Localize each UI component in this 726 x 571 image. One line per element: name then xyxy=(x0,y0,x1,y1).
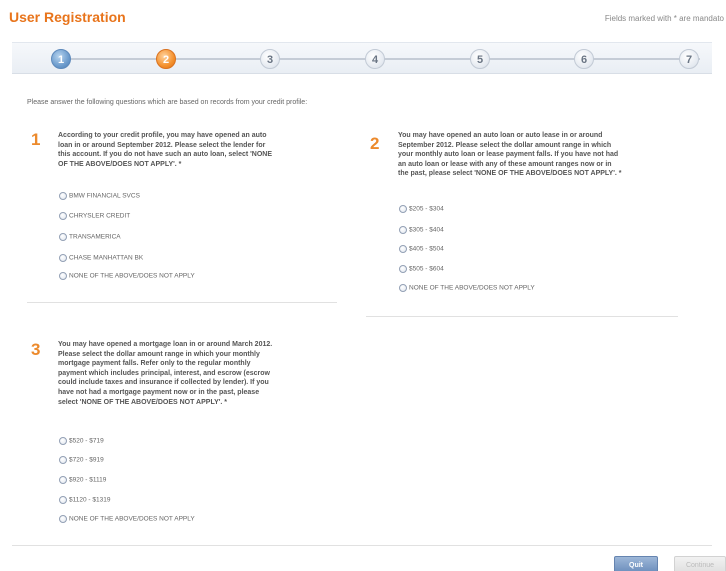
radio-button[interactable] xyxy=(59,211,67,220)
step-5: 5 xyxy=(470,49,490,69)
instructions-text: Please answer the following questions wh… xyxy=(27,99,308,106)
radio-button[interactable] xyxy=(59,271,67,280)
q3-option-5[interactable]: NONE OF THE ABOVE/DOES NOT APPLY xyxy=(59,510,195,523)
page-title: User Registration xyxy=(9,9,126,25)
q3-option-3[interactable]: $920 - $1119 xyxy=(59,471,106,484)
section-divider xyxy=(27,302,337,303)
q3-option-4[interactable]: $1120 - $1319 xyxy=(59,491,110,504)
radio-button[interactable] xyxy=(59,253,67,262)
radio-button[interactable] xyxy=(399,225,407,234)
radio-button[interactable] xyxy=(59,191,67,200)
radio-button[interactable] xyxy=(59,495,67,504)
page-header: User Registration Fields marked with * a… xyxy=(0,0,726,34)
q3-option-2[interactable]: $720 - $919 xyxy=(59,451,104,464)
step-2: 2 xyxy=(156,49,176,69)
question-1-text: According to your credit profile, you ma… xyxy=(58,132,273,168)
mandatory-fields-note: Fields marked with * are mandato xyxy=(604,14,724,23)
q1-option-4[interactable]: CHASE MANHATTAN BK xyxy=(59,249,143,262)
radio-button[interactable] xyxy=(399,283,407,292)
footer-divider xyxy=(12,545,712,546)
question-2-number: 2 xyxy=(370,134,380,153)
radio-button[interactable] xyxy=(399,264,407,273)
radio-button[interactable] xyxy=(399,244,407,253)
q1-option-2[interactable]: CHRYSLER CREDIT xyxy=(59,207,130,220)
question-2-text: You may have opened an auto loan or auto… xyxy=(398,132,622,178)
q2-option-5[interactable]: NONE OF THE ABOVE/DOES NOT APPLY xyxy=(399,279,535,292)
quit-button[interactable]: Quit xyxy=(614,556,658,571)
question-1-number: 1 xyxy=(31,130,41,149)
step-4: 4 xyxy=(365,49,385,69)
step-7: 7 xyxy=(679,49,699,69)
q1-option-3[interactable]: TRANSAMERICA xyxy=(59,228,121,241)
q2-option-1[interactable]: $205 - $304 xyxy=(399,200,444,213)
q2-option-3[interactable]: $405 - $504 xyxy=(399,240,444,253)
q3-option-1[interactable]: $520 - $719 xyxy=(59,432,104,445)
q2-option-4[interactable]: $505 - $604 xyxy=(399,260,444,273)
q1-option-1[interactable]: BMW FINANCIAL SVCS xyxy=(59,187,140,200)
radio-button[interactable] xyxy=(59,475,67,484)
radio-button[interactable] xyxy=(59,514,67,523)
q1-option-5[interactable]: NONE OF THE ABOVE/DOES NOT APPLY xyxy=(59,267,195,280)
continue-button[interactable]: Continue xyxy=(674,556,726,571)
section-divider xyxy=(366,316,678,317)
question-3-text: You may have opened a mortgage loan in o… xyxy=(58,341,273,406)
radio-button[interactable] xyxy=(59,455,67,464)
q2-option-2[interactable]: $305 - $404 xyxy=(399,221,444,234)
radio-button[interactable] xyxy=(399,204,407,213)
step-3: 3 xyxy=(260,49,280,69)
radio-button[interactable] xyxy=(59,232,67,241)
step-6: 6 xyxy=(574,49,594,69)
step-1: 1 xyxy=(51,49,71,69)
question-3-number: 3 xyxy=(31,340,41,359)
radio-button[interactable] xyxy=(59,436,67,445)
